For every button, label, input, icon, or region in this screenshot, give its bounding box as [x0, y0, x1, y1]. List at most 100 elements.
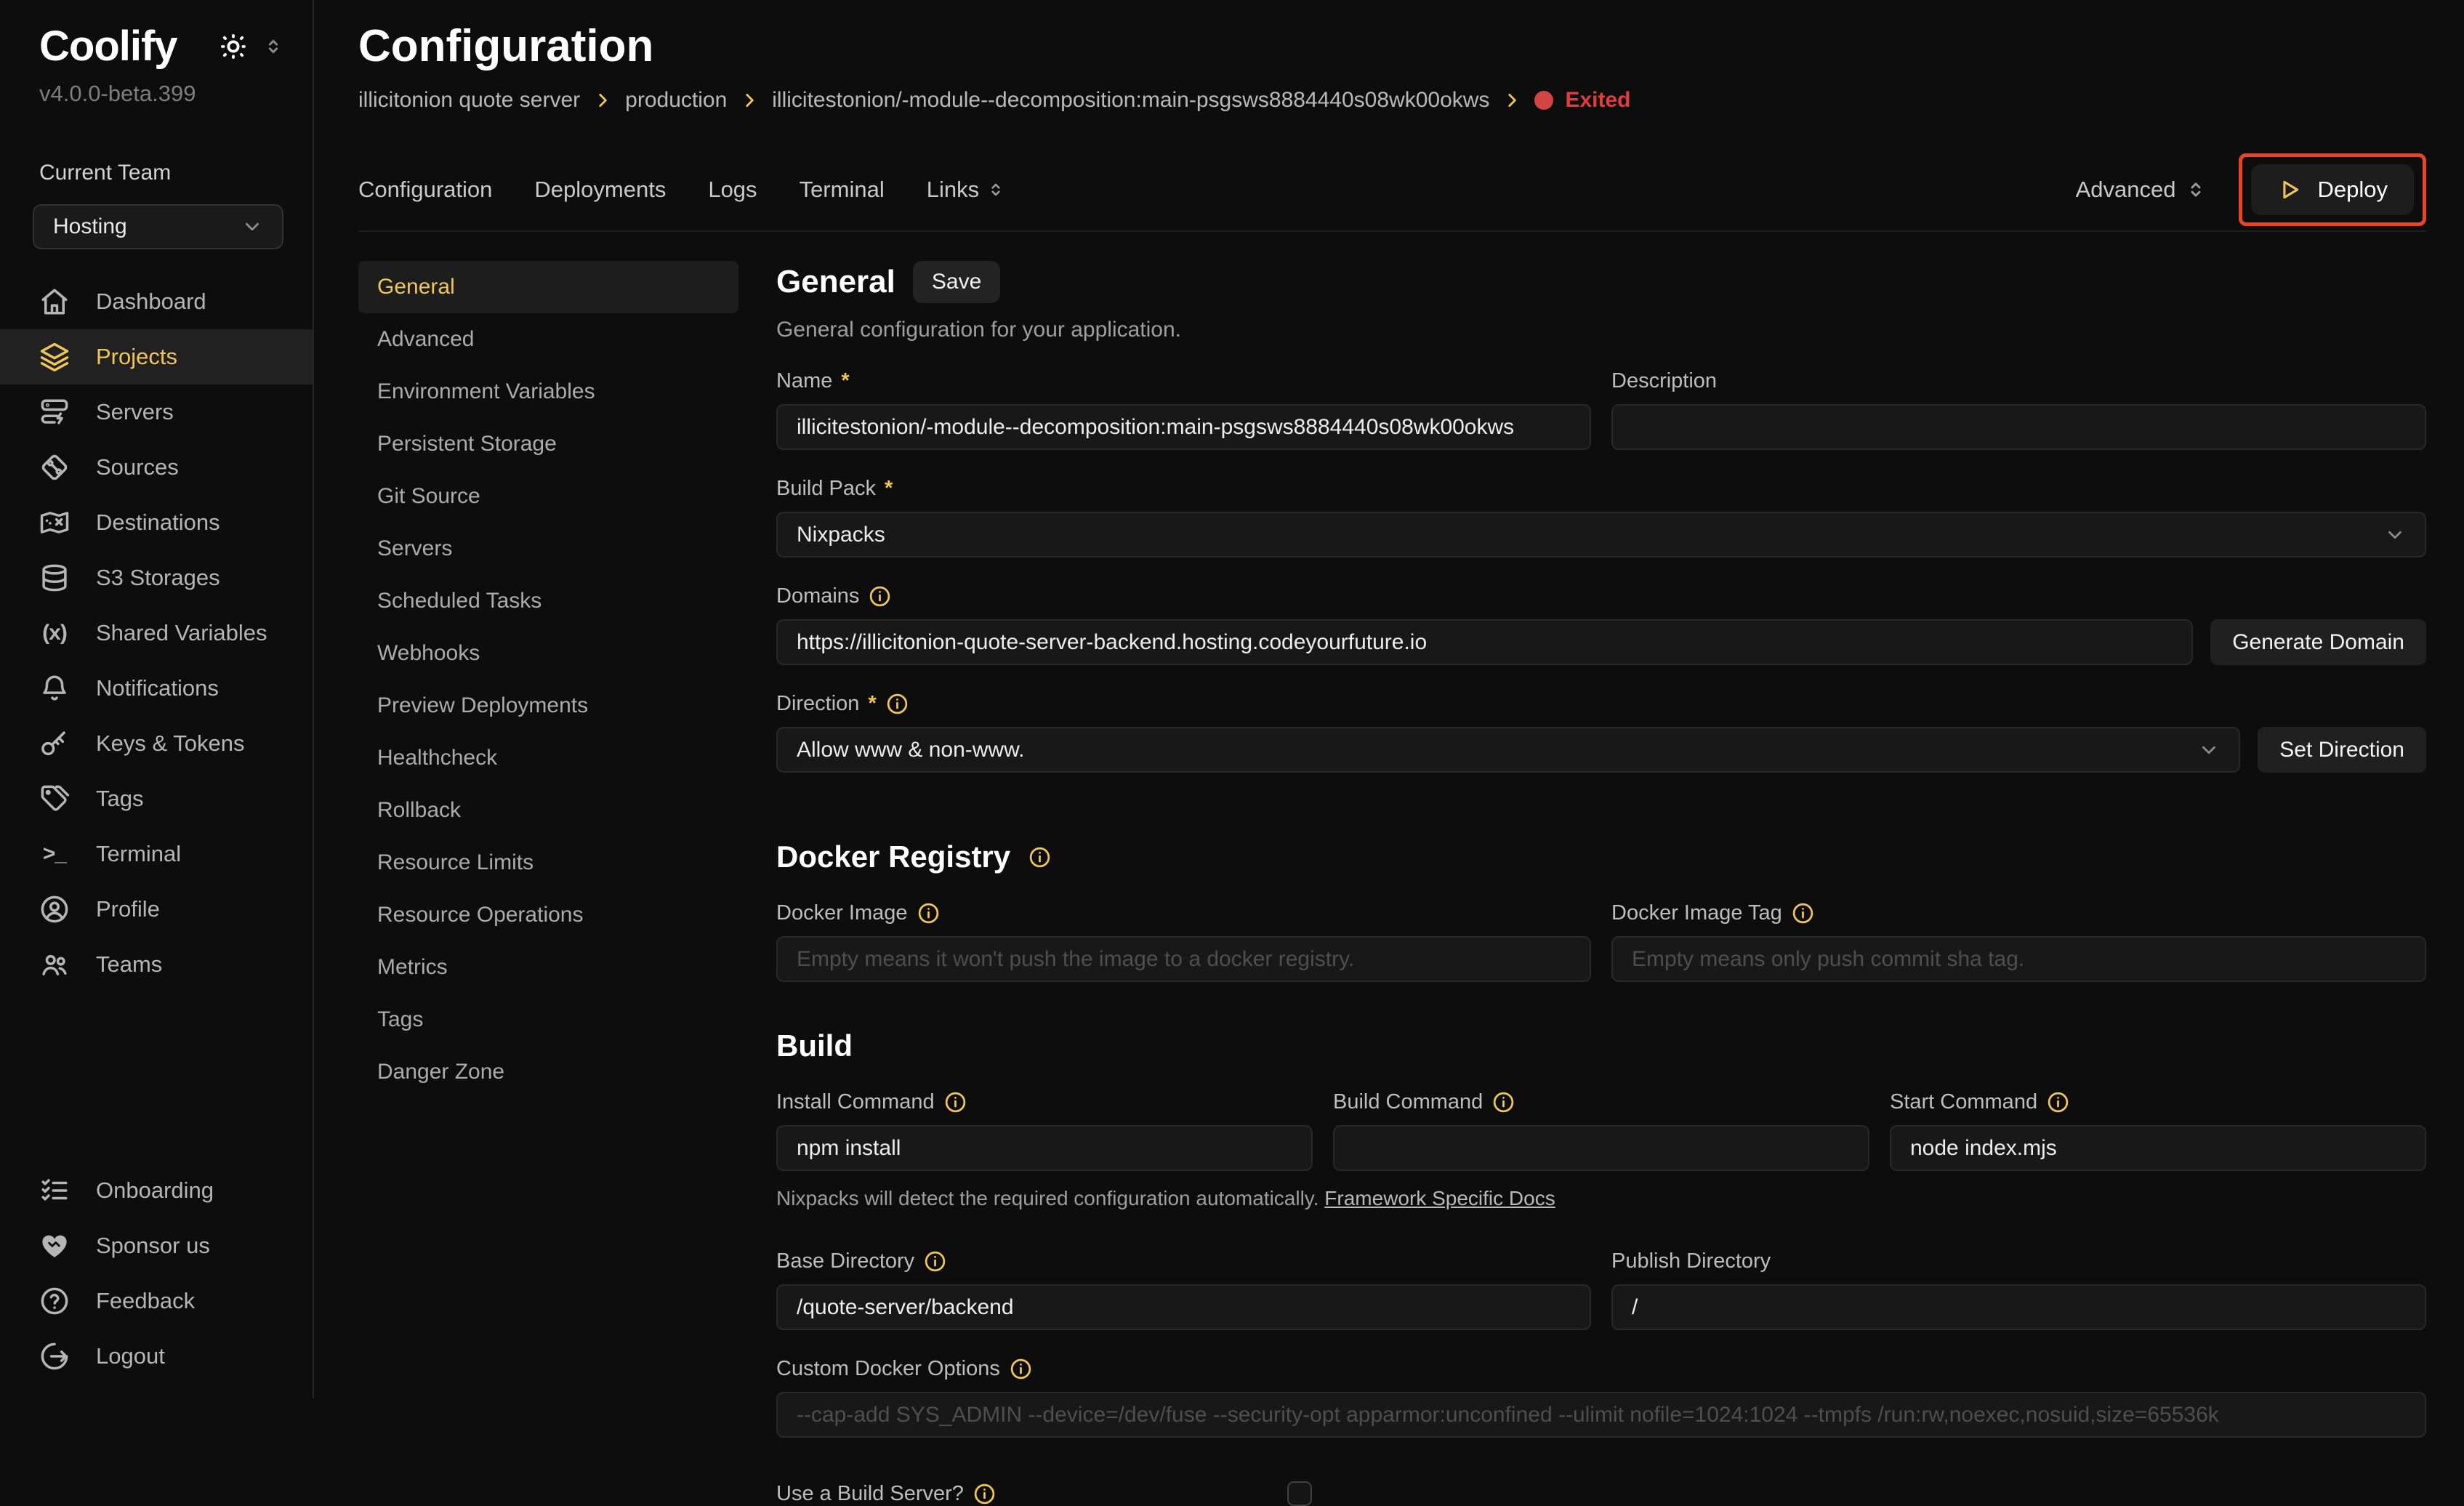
tab-configuration[interactable]: Configuration	[358, 177, 492, 203]
description-input[interactable]	[1611, 404, 2426, 450]
framework-docs-link[interactable]: Framework Specific Docs	[1324, 1187, 1555, 1209]
sidebar-item-label: Terminal	[96, 841, 181, 867]
database-icon	[39, 563, 70, 593]
breadcrumb: illicitonion quote server production ill…	[358, 88, 2426, 113]
sidebar-item-keys-tokens[interactable]: Keys & Tokens	[0, 716, 313, 771]
name-field-group: Name *	[776, 369, 1591, 450]
domains-label: Domains	[776, 584, 859, 608]
sidebar-item-label: Sponsor us	[96, 1233, 210, 1259]
general-section-title: General	[776, 264, 895, 300]
build-server-field-group: Use a Build Server?	[776, 1481, 2426, 1506]
docker-image-label: Docker Image	[776, 901, 908, 925]
list-checks-icon	[39, 1175, 70, 1206]
sidebar-item-dashboard[interactable]: Dashboard	[0, 274, 313, 329]
theme-sun-icon[interactable]	[220, 33, 247, 60]
sidebar-item-shared-variables[interactable]: (x) Shared Variables	[0, 605, 313, 661]
sidebar-item-feedback[interactable]: Feedback	[0, 1273, 313, 1329]
variable-icon: (x)	[39, 618, 70, 648]
subnav-webhooks[interactable]: Webhooks	[358, 627, 738, 680]
deploy-button[interactable]: Deploy	[2251, 164, 2415, 215]
set-direction-button[interactable]: Set Direction	[2258, 727, 2426, 773]
sidebar-item-label: Keys & Tokens	[96, 730, 244, 757]
info-icon	[1028, 845, 1052, 869]
sidebar-item-sources[interactable]: Sources	[0, 440, 313, 495]
sidebar-item-label: Feedback	[96, 1288, 195, 1314]
sidebar-item-s3-storages[interactable]: S3 Storages	[0, 550, 313, 605]
build-command-field-group: Build Command	[1333, 1090, 1869, 1171]
subnav-persistent-storage[interactable]: Persistent Storage	[358, 418, 738, 470]
general-section-subtitle: General configuration for your applicati…	[776, 318, 2426, 342]
build-server-label: Use a Build Server?	[776, 1482, 964, 1506]
sidebar-item-sponsor[interactable]: Sponsor us	[0, 1218, 313, 1273]
sidebar-item-teams[interactable]: Teams	[0, 937, 313, 992]
breadcrumb-environment[interactable]: production	[625, 88, 727, 113]
subnav-rollback[interactable]: Rollback	[358, 784, 738, 837]
info-icon	[868, 584, 892, 608]
info-icon	[1491, 1090, 1515, 1114]
users-icon	[39, 949, 70, 980]
chevron-down-icon	[2198, 739, 2220, 761]
build-command-input[interactable]	[1333, 1125, 1869, 1171]
install-command-input[interactable]	[776, 1125, 1313, 1171]
subnav-servers[interactable]: Servers	[358, 523, 738, 575]
base-directory-field-group: Base Directory	[776, 1249, 1591, 1330]
subnav-advanced[interactable]: Advanced	[358, 313, 738, 366]
advanced-dropdown[interactable]: Advanced	[2076, 177, 2207, 203]
description-field-group: Description	[1611, 369, 2426, 450]
domains-input[interactable]	[776, 619, 2193, 665]
subnav-resource-limits[interactable]: Resource Limits	[358, 837, 738, 889]
generate-domain-button[interactable]: Generate Domain	[2210, 619, 2426, 665]
save-button[interactable]: Save	[913, 261, 1000, 303]
team-select[interactable]: Hosting	[33, 204, 283, 249]
subnav-general[interactable]: General	[358, 261, 738, 313]
start-command-input[interactable]	[1890, 1125, 2426, 1171]
tab-terminal[interactable]: Terminal	[800, 177, 885, 203]
base-directory-input[interactable]	[776, 1284, 1591, 1330]
map-icon	[39, 507, 70, 538]
name-input[interactable]	[776, 404, 1591, 450]
direction-value: Allow www & non-www.	[797, 738, 1024, 762]
sidebar-item-destinations[interactable]: Destinations	[0, 495, 313, 550]
sidebar-item-servers[interactable]: Servers	[0, 384, 313, 440]
sidebar-item-profile[interactable]: Profile	[0, 882, 313, 937]
coolify-app: { "app": { "name": "Coolify", "version":…	[0, 0, 2464, 1398]
subnav-tags[interactable]: Tags	[358, 994, 738, 1046]
subnav-metrics[interactable]: Metrics	[358, 941, 738, 994]
subnav-preview-deployments[interactable]: Preview Deployments	[358, 680, 738, 732]
build-server-checkbox[interactable]	[1287, 1481, 1312, 1506]
subnav-git-source[interactable]: Git Source	[358, 470, 738, 523]
docker-image-tag-label: Docker Image Tag	[1611, 901, 1782, 925]
tab-deployments[interactable]: Deployments	[534, 177, 666, 203]
terminal-icon: >_	[39, 839, 70, 869]
team-select-value: Hosting	[53, 214, 127, 239]
subnav-danger-zone[interactable]: Danger Zone	[358, 1046, 738, 1098]
subnav-scheduled-tasks[interactable]: Scheduled Tasks	[358, 575, 738, 627]
direction-select[interactable]: Allow www & non-www.	[776, 727, 2240, 773]
sidebar-item-terminal[interactable]: >_ Terminal	[0, 826, 313, 882]
theme-chevrons-icon[interactable]	[263, 36, 283, 57]
tab-links[interactable]: Links	[927, 177, 1005, 203]
docker-image-input[interactable]	[776, 936, 1591, 982]
docker-image-tag-input[interactable]	[1611, 936, 2426, 982]
custom-docker-options-input[interactable]	[776, 1392, 2426, 1438]
sidebar-item-onboarding[interactable]: Onboarding	[0, 1163, 313, 1218]
subnav-resource-operations[interactable]: Resource Operations	[358, 889, 738, 941]
status-dot-icon	[1534, 91, 1553, 110]
sidebar-item-notifications[interactable]: Notifications	[0, 661, 313, 716]
tab-divider	[358, 230, 2426, 232]
name-label: Name	[776, 369, 832, 393]
nixpacks-note-text: Nixpacks will detect the required config…	[776, 1187, 1319, 1209]
sidebar-item-projects[interactable]: Projects	[0, 329, 313, 384]
subnav-healthcheck[interactable]: Healthcheck	[358, 732, 738, 784]
publish-directory-input[interactable]	[1611, 1284, 2426, 1330]
tab-logs[interactable]: Logs	[708, 177, 757, 203]
breadcrumb-project[interactable]: illicitonion quote server	[358, 88, 580, 113]
sidebar-item-tags[interactable]: Tags	[0, 771, 313, 826]
build-pack-select[interactable]: Nixpacks	[776, 512, 2426, 557]
info-icon	[1009, 1357, 1033, 1381]
breadcrumb-application[interactable]: illicitestonion/-module--decomposition:m…	[772, 88, 1489, 113]
tab-links-label: Links	[927, 177, 979, 203]
subnav-environment-variables[interactable]: Environment Variables	[358, 366, 738, 418]
sidebar-nav: Dashboard Projects Servers Sources Desti…	[0, 274, 313, 992]
sidebar-item-logout[interactable]: Logout	[0, 1329, 313, 1384]
